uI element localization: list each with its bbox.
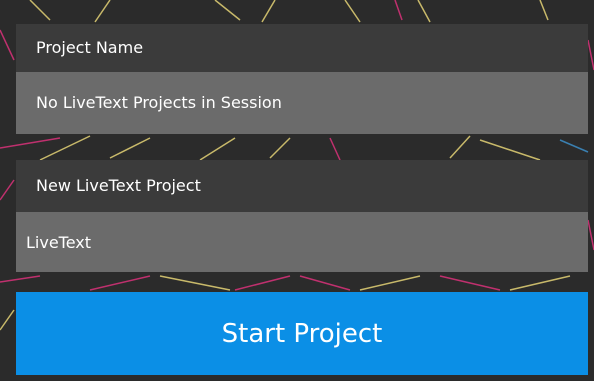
project-name-label: Project Name xyxy=(36,38,144,57)
start-project-button[interactable]: Start Project xyxy=(16,292,588,375)
livetext-panel: Project Name No LiveText Projects in Ses… xyxy=(0,0,594,381)
project-name-dropdown[interactable]: No LiveText Projects in Session xyxy=(16,72,588,134)
project-name-value: No LiveText Projects in Session xyxy=(36,93,282,112)
new-project-name-input[interactable] xyxy=(16,212,588,272)
project-name-header: Project Name xyxy=(16,24,588,72)
new-project-label: New LiveText Project xyxy=(36,176,201,195)
start-project-button-label: Start Project xyxy=(221,318,383,349)
new-project-header: New LiveText Project xyxy=(16,160,588,212)
